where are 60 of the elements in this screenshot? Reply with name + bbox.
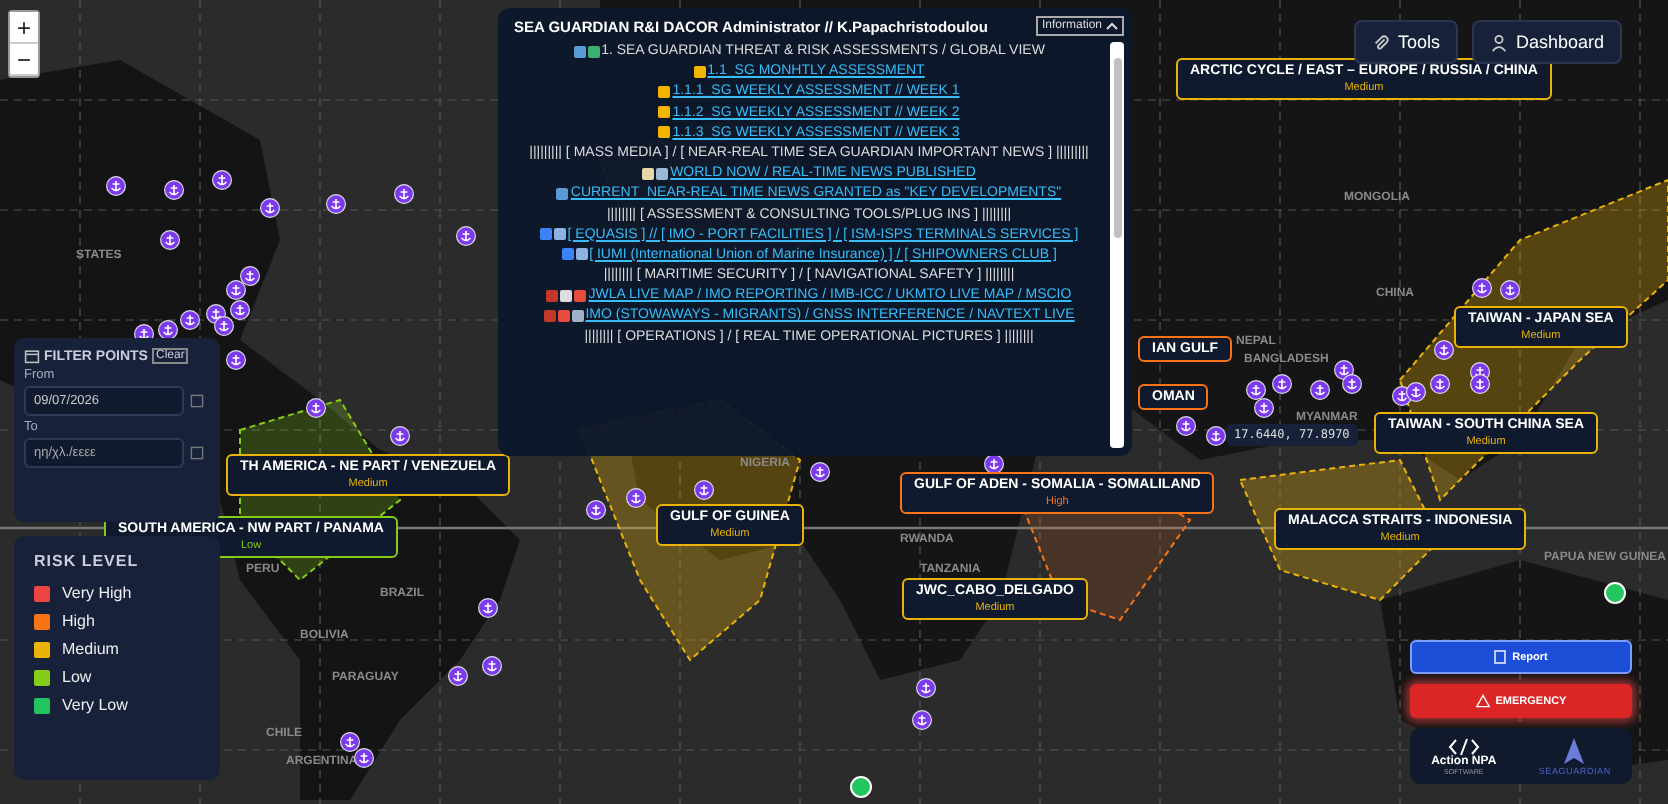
anchor-marker-icon[interactable] (810, 462, 830, 482)
calendar-icon (190, 394, 204, 408)
anchor-marker-icon[interactable] (694, 480, 714, 500)
anchor-marker-icon[interactable] (1254, 398, 1274, 418)
legend-label: Very High (62, 584, 132, 602)
anchor-marker-icon[interactable] (230, 300, 250, 320)
legend-label: Low (62, 668, 92, 686)
warning-icon (1475, 694, 1490, 708)
anchor-marker-icon[interactable] (1176, 416, 1196, 436)
anchor-marker-icon[interactable] (106, 176, 126, 196)
sail-logo-icon (1560, 737, 1589, 765)
anchor-marker-icon[interactable] (1406, 382, 1426, 402)
legend-title: RISK LEVEL (34, 552, 141, 570)
anchor-marker-icon[interactable] (326, 194, 346, 214)
anchor-marker-icon[interactable] (1310, 380, 1330, 400)
caret-icon (1106, 22, 1118, 30)
anchor-marker-icon[interactable] (1272, 374, 1292, 394)
tools-button[interactable]: Tools (1354, 20, 1459, 64)
dashboard-button[interactable]: Dashboard (1472, 20, 1623, 64)
calendar-icon (190, 446, 204, 460)
anchor-marker-icon[interactable] (482, 656, 502, 676)
anchor-marker-icon[interactable] (390, 426, 410, 446)
anchor-marker-icon[interactable] (214, 316, 234, 336)
anchor-marker-icon[interactable] (1472, 278, 1492, 298)
anchor-marker-icon[interactable] (226, 280, 246, 300)
anchor-marker-icon[interactable] (1500, 280, 1520, 300)
legend-label: High (62, 612, 95, 630)
paperclip-icon (1372, 33, 1390, 51)
anchor-marker-icon[interactable] (212, 170, 232, 190)
anchor-marker-icon[interactable] (456, 226, 476, 246)
anchor-marker-icon[interactable] (306, 398, 326, 418)
legend-label: Medium (62, 640, 119, 658)
anchor-marker-icon[interactable] (1342, 374, 1362, 394)
scrollbar[interactable] (1110, 42, 1124, 448)
anchor-marker-icon[interactable] (626, 488, 646, 508)
anchor-marker-icon[interactable] (586, 500, 606, 520)
anchor-marker-icon[interactable] (164, 180, 184, 200)
anchor-marker-icon[interactable] (160, 230, 180, 250)
anchor-marker-icon[interactable] (912, 710, 932, 730)
anchor-marker-icon[interactable] (240, 266, 260, 286)
document-icon (1494, 650, 1507, 664)
user-icon (1490, 33, 1509, 51)
calendar-icon (24, 348, 40, 364)
anchor-marker-icon[interactable] (1434, 340, 1454, 360)
anchor-marker-icon[interactable] (180, 310, 200, 330)
anchor-marker-icon[interactable] (394, 184, 414, 204)
anchor-marker-icon[interactable] (478, 598, 498, 618)
anchor-marker-icon[interactable] (448, 666, 468, 686)
anchor-marker-icon[interactable] (1430, 374, 1450, 394)
code-icon (1447, 737, 1480, 755)
anchor-marker-icon[interactable] (1206, 426, 1226, 446)
anchor-marker-icon[interactable] (916, 678, 936, 698)
anchor-marker-icon[interactable] (354, 748, 374, 768)
anchor-marker-icon[interactable] (1246, 380, 1266, 400)
anchor-marker-icon[interactable] (226, 350, 246, 370)
anchor-marker-icon[interactable] (340, 732, 360, 752)
anchor-marker-icon[interactable] (1470, 374, 1490, 394)
legend-label: Very Low (62, 696, 128, 714)
zoom-button[interactable]: + (10, 12, 38, 44)
anchor-marker-icon[interactable] (260, 198, 280, 218)
